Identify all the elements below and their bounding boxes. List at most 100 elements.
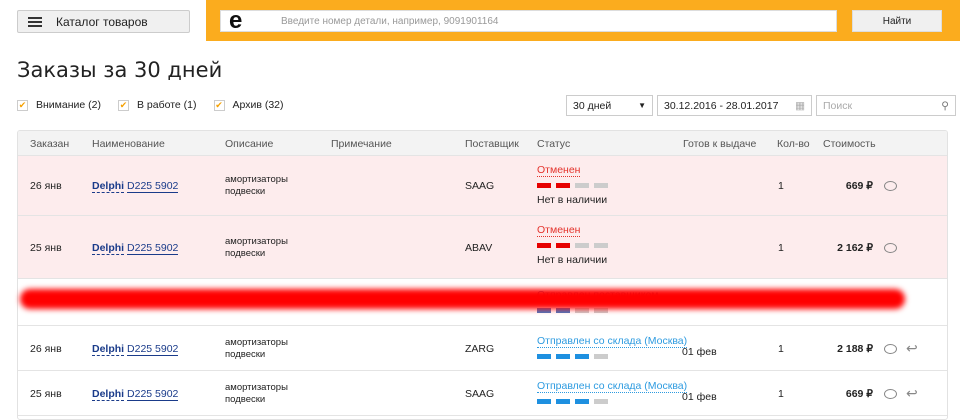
quantity: 1 bbox=[778, 241, 784, 254]
order-date: 26 янв bbox=[30, 180, 62, 192]
col-desc: Описание bbox=[225, 138, 274, 150]
filter-archive[interactable]: ✔ Архив (32) bbox=[213, 99, 284, 111]
table-row[interactable]: 25 янв Delphi D225 5902 амортизаторы подв… bbox=[18, 216, 947, 279]
catalog-button[interactable]: Каталог товаров bbox=[17, 10, 190, 33]
status-link[interactable]: Отправлен со склада (Москва) bbox=[537, 334, 688, 348]
find-button[interactable]: Найти bbox=[852, 10, 942, 32]
orders-search-input[interactable]: Поиск ⚲ bbox=[816, 95, 956, 116]
checkbox-icon: ✔ bbox=[17, 99, 28, 111]
progress-step bbox=[575, 183, 589, 188]
calendar-icon: ▦ bbox=[795, 99, 805, 112]
col-name: Наименование bbox=[92, 138, 165, 150]
status-progress bbox=[537, 183, 608, 188]
col-ready: Готов к выдаче bbox=[683, 138, 757, 150]
table-row[interactable]: 26 янв Delphi D225 5902 амортизаторы подв… bbox=[18, 156, 947, 216]
price: 2 188 ₽ bbox=[837, 342, 873, 355]
supplier: ABAV bbox=[465, 241, 493, 254]
catalog-label: Каталог товаров bbox=[56, 14, 148, 29]
filters: ✔ Внимание (2) ✔ В работе (1) ✔ Архив (32) bbox=[17, 99, 301, 111]
description: подвески bbox=[225, 348, 266, 360]
filter-label: Архив (32) bbox=[232, 99, 284, 111]
status-note: Нет в наличии bbox=[537, 254, 608, 266]
order-date: 25 янв bbox=[30, 387, 62, 400]
part-link[interactable]: D225 5902 bbox=[127, 180, 179, 193]
table-header: Заказан Наименование Описание Примечание… bbox=[18, 131, 947, 156]
date-range: 30.12.2016 - 28.01.2017 bbox=[664, 99, 779, 112]
description: подвески bbox=[225, 247, 266, 259]
dropdown-arrow-icon: ▼ bbox=[638, 101, 646, 110]
progress-step bbox=[556, 398, 570, 404]
col-ordered: Заказан bbox=[30, 138, 70, 150]
status-progress bbox=[537, 398, 687, 404]
checkbox-icon: ✔ bbox=[213, 99, 225, 111]
filter-attention[interactable]: ✔ Внимание (2) bbox=[17, 99, 101, 111]
status-link[interactable]: Отменен bbox=[537, 164, 581, 177]
supplier: ZARG bbox=[465, 342, 495, 355]
progress-step bbox=[575, 243, 589, 248]
part-link[interactable]: D225 5902 bbox=[127, 342, 179, 356]
part-search-input[interactable]: e Введите номер детали, например, 9091901… bbox=[220, 9, 837, 33]
status-note: Нет в наличии bbox=[537, 194, 608, 206]
brand-link[interactable]: Delphi bbox=[92, 387, 125, 401]
col-status: Статус bbox=[537, 138, 571, 150]
return-icon[interactable]: ↩ bbox=[906, 385, 918, 402]
quantity: 1 bbox=[778, 342, 784, 355]
progress-step bbox=[575, 353, 589, 359]
progress-step bbox=[556, 183, 570, 188]
filter-in-work[interactable]: ✔ В работе (1) bbox=[117, 99, 197, 111]
brand-link[interactable]: Delphi bbox=[92, 180, 125, 193]
progress-step bbox=[594, 353, 608, 359]
brand-link[interactable]: Delphi bbox=[92, 342, 125, 356]
price: 669 ₽ bbox=[845, 180, 873, 192]
progress-step bbox=[556, 243, 570, 248]
table-row[interactable]: 25 янв Delphi D225 5902 амортизаторы подв… bbox=[18, 371, 947, 416]
ready-date: 01 фев bbox=[682, 345, 717, 358]
status-progress bbox=[537, 353, 687, 359]
status-link[interactable]: Отменен bbox=[537, 224, 581, 237]
col-supplier: Поставщик bbox=[465, 138, 519, 150]
search-placeholder: Поиск bbox=[823, 99, 853, 112]
col-qty: Кол-во bbox=[777, 138, 810, 150]
table-row[interactable]: 26 янв Delphi D225 5902 амортизаторы подв… bbox=[18, 326, 947, 371]
progress-step bbox=[537, 353, 551, 359]
progress-step bbox=[537, 183, 551, 188]
redaction-scribble bbox=[20, 289, 905, 309]
ready-date: 01 фев bbox=[682, 390, 717, 403]
search-bar: e Введите номер детали, например, 9091901… bbox=[206, 0, 960, 41]
status-progress bbox=[537, 243, 608, 248]
period-value: 30 дней bbox=[573, 99, 612, 112]
comment-icon[interactable] bbox=[884, 388, 897, 399]
status-link[interactable]: Отправлен со склада (Москва) bbox=[537, 379, 688, 393]
return-icon[interactable]: ↩ bbox=[906, 340, 918, 357]
col-note: Примечание bbox=[331, 138, 392, 150]
page-title: Заказы за 30 дней bbox=[17, 58, 223, 82]
progress-step bbox=[575, 398, 589, 404]
progress-step bbox=[537, 398, 551, 404]
supplier: SAAG bbox=[465, 180, 495, 192]
filter-label: В работе (1) bbox=[136, 99, 197, 111]
price: 2 162 ₽ bbox=[837, 241, 873, 254]
menu-icon bbox=[28, 16, 42, 27]
comment-icon[interactable] bbox=[884, 343, 897, 354]
description: амортизаторы bbox=[225, 174, 288, 185]
checkbox-icon: ✔ bbox=[117, 99, 129, 111]
progress-step bbox=[594, 183, 608, 188]
supplier: SAAG bbox=[465, 387, 495, 400]
part-link[interactable]: D225 5902 bbox=[127, 387, 179, 401]
progress-step bbox=[594, 243, 608, 248]
quantity: 1 bbox=[778, 180, 784, 192]
filter-label: Внимание (2) bbox=[36, 99, 101, 111]
order-date: 26 янв bbox=[30, 342, 62, 355]
brand-link[interactable]: Delphi bbox=[92, 241, 125, 255]
col-cost: Стоимость bbox=[823, 138, 876, 150]
search-placeholder: Введите номер детали, например, 90919011… bbox=[281, 15, 499, 27]
progress-step bbox=[537, 243, 551, 248]
progress-step bbox=[594, 398, 608, 404]
comment-icon[interactable] bbox=[884, 181, 897, 191]
description: подвески bbox=[225, 186, 266, 197]
date-range-input[interactable]: 30.12.2016 - 28.01.2017 ▦ bbox=[657, 95, 812, 116]
period-select[interactable]: 30 дней ▼ bbox=[566, 95, 653, 116]
comment-icon[interactable] bbox=[884, 242, 897, 253]
part-link[interactable]: D225 5902 bbox=[127, 241, 179, 255]
description: амортизаторы bbox=[225, 381, 288, 393]
